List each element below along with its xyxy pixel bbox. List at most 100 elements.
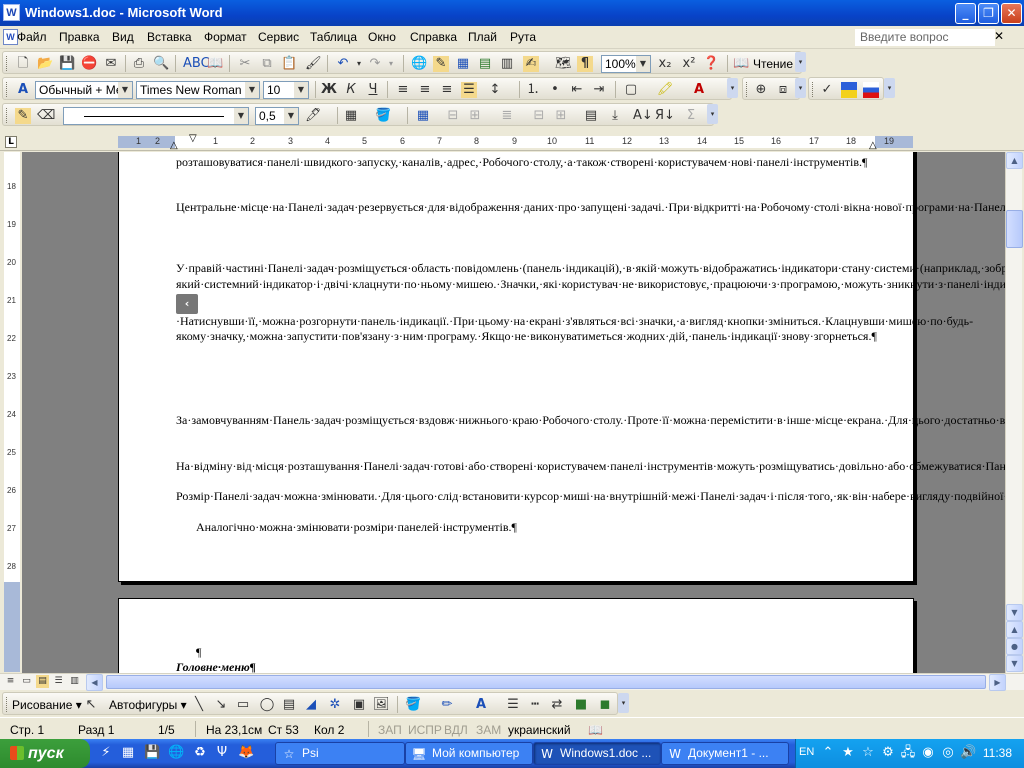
- research-icon[interactable]: 📖: [207, 56, 223, 72]
- copy-icon[interactable]: ⧉: [259, 56, 275, 72]
- horizontal-scroll-thumb[interactable]: [106, 675, 986, 689]
- 3d-style-icon[interactable]: ◼: [597, 697, 613, 713]
- page-2[interactable]: ¶ Головне·меню¶: [118, 598, 914, 673]
- autoshapes-menu-button[interactable]: Автофигуры ▾: [109, 698, 187, 712]
- text-direction-icon[interactable]: ⤓: [607, 108, 623, 124]
- menu-plai[interactable]: Плай: [468, 30, 497, 44]
- draw-table-icon[interactable]: ✎: [15, 108, 31, 124]
- scroll-up-icon[interactable]: ▲: [1006, 152, 1023, 169]
- menu-format[interactable]: Формат: [204, 30, 247, 44]
- toolbar-grip[interactable]: [6, 108, 9, 123]
- font-color-icon[interactable]: A: [473, 697, 489, 713]
- toolbar-options-icon[interactable]: ▾: [884, 78, 895, 98]
- align-cell-icon[interactable]: ≣: [499, 108, 515, 124]
- web-icon[interactable]: ⊕: [753, 82, 769, 98]
- reading-layout-icon[interactable]: 📖: [733, 56, 749, 72]
- new-document-icon[interactable]: 🗋: [15, 56, 31, 72]
- style-select[interactable]: Обычный + Мех ▼: [35, 81, 133, 99]
- menu-edit[interactable]: Правка: [59, 30, 100, 44]
- reading-view-icon[interactable]: ▥: [68, 675, 81, 688]
- quicklaunch-icon[interactable]: Ψ: [214, 745, 230, 761]
- arrow-icon[interactable]: ↘: [213, 697, 229, 713]
- picture-icon[interactable]: 🖼: [373, 697, 390, 713]
- distribute-rows-icon[interactable]: ⊟: [531, 108, 547, 124]
- taskbar-item-psi[interactable]: ☆ Psi: [275, 742, 405, 765]
- scroll-left-icon[interactable]: ◀: [86, 674, 103, 691]
- firefox-icon[interactable]: 🦊: [238, 745, 254, 761]
- redo-dropdown-icon[interactable]: ▾: [383, 56, 399, 72]
- status-extend[interactable]: ВДЛ: [444, 723, 468, 737]
- line-weight-select[interactable]: 0,5 ▼: [255, 107, 299, 125]
- vertical-ruler[interactable]: 18 19 20 21 22 23 24 25 26 27 28: [4, 152, 20, 672]
- taskbar-item-windows1-doc[interactable]: W Windows1.doc ...: [533, 742, 661, 765]
- help-icon[interactable]: ❓: [703, 56, 719, 72]
- distribute-columns-icon[interactable]: ⊞: [553, 108, 569, 124]
- ukraine-flag-icon[interactable]: [841, 82, 857, 98]
- merge-cells-icon[interactable]: ⊟: [445, 108, 461, 124]
- browse-object-icon[interactable]: ●: [1006, 638, 1023, 655]
- right-indent-marker[interactable]: △: [869, 140, 877, 151]
- word-icon[interactable]: W: [3, 4, 20, 21]
- next-page-icon[interactable]: ▼: [1006, 655, 1023, 672]
- oval-icon[interactable]: ◯: [259, 697, 275, 713]
- wordart-icon[interactable]: ◢: [303, 697, 319, 713]
- arrow-style-icon[interactable]: ⇄: [549, 697, 565, 713]
- sort-ascending-icon[interactable]: A↓: [633, 108, 653, 124]
- taskbar-item-document1[interactable]: W Документ1 - ...: [661, 742, 789, 765]
- tray-icon[interactable]: ★: [840, 745, 856, 761]
- line-style-select[interactable]: ▼: [63, 107, 249, 125]
- split-cells-icon[interactable]: ⊞: [467, 108, 483, 124]
- page-1[interactable]: розташовуватися·панелі·швидкого·запуску,…: [118, 152, 1005, 582]
- paste-icon[interactable]: 📋: [281, 56, 297, 72]
- save-icon[interactable]: 💾: [59, 56, 75, 72]
- drawing-icon[interactable]: ✍: [523, 56, 539, 72]
- minimize-button[interactable]: _: [955, 3, 976, 24]
- quicklaunch-icon[interactable]: ⚡: [98, 745, 114, 761]
- subscript-icon[interactable]: x₂: [657, 56, 673, 72]
- quicklaunch-icon[interactable]: 💾: [144, 745, 160, 761]
- left-indent-marker[interactable]: △: [170, 140, 178, 151]
- border-color-icon[interactable]: 🖊: [305, 108, 322, 124]
- tab-selector[interactable]: L: [5, 136, 17, 148]
- increase-indent-icon[interactable]: ⇥: [591, 82, 607, 98]
- select-objects-icon[interactable]: ↖: [83, 697, 99, 713]
- toolbar-grip[interactable]: [6, 82, 9, 97]
- hyperlink-icon[interactable]: 🌐: [411, 56, 427, 72]
- line-style-icon[interactable]: ☰: [505, 697, 521, 713]
- fill-color-icon[interactable]: 🪣: [405, 697, 421, 713]
- align-right-icon[interactable]: ≡: [439, 82, 455, 98]
- outside-border-icon[interactable]: ▦: [343, 108, 359, 124]
- menu-window[interactable]: Окно: [368, 30, 396, 44]
- drawing-menu-button[interactable]: Рисование ▾: [12, 698, 82, 712]
- menu-ruta[interactable]: Рута: [510, 30, 536, 44]
- toolbar-options-icon[interactable]: ▾: [618, 693, 629, 713]
- tray-icon[interactable]: ☆: [860, 745, 876, 761]
- zoom-select[interactable]: 100% ▼: [601, 55, 651, 73]
- decrease-indent-icon[interactable]: ⇤: [569, 82, 585, 98]
- line-icon[interactable]: ╲: [191, 697, 207, 713]
- quicklaunch-icon[interactable]: ♻: [192, 745, 208, 761]
- line-spacing-icon[interactable]: ↕: [487, 82, 503, 98]
- scroll-right-icon[interactable]: ▶: [989, 674, 1006, 691]
- styles-pane-icon[interactable]: A: [15, 82, 31, 98]
- justify-icon[interactable]: ☰: [461, 82, 477, 98]
- dash-style-icon[interactable]: ┅: [527, 697, 543, 713]
- menu-table[interactable]: Таблица: [310, 30, 357, 44]
- underline-icon[interactable]: Ч: [365, 82, 381, 98]
- bullets-icon[interactable]: •: [547, 82, 563, 98]
- align-center-icon[interactable]: ≡: [417, 82, 433, 98]
- shadow-style-icon[interactable]: ■: [573, 697, 589, 713]
- format-painter-icon[interactable]: 🖌: [305, 56, 322, 72]
- toolbar-grip[interactable]: [6, 697, 9, 712]
- font-select[interactable]: Times New Roman ▼: [136, 81, 260, 99]
- print-icon[interactable]: ⎙: [131, 56, 147, 72]
- columns-icon[interactable]: ▥: [499, 56, 515, 72]
- email-icon[interactable]: ✉: [103, 56, 119, 72]
- numbering-icon[interactable]: ⒈: [525, 82, 541, 98]
- diagram-icon[interactable]: ✲: [327, 697, 343, 713]
- frames-icon[interactable]: ⧈: [775, 82, 791, 98]
- reading-mode-button[interactable]: Чтение: [753, 57, 793, 71]
- document-map-icon[interactable]: 🗺: [555, 56, 572, 72]
- tray-icon[interactable]: ◎: [940, 745, 956, 761]
- insert-excel-icon[interactable]: ▤: [477, 56, 493, 72]
